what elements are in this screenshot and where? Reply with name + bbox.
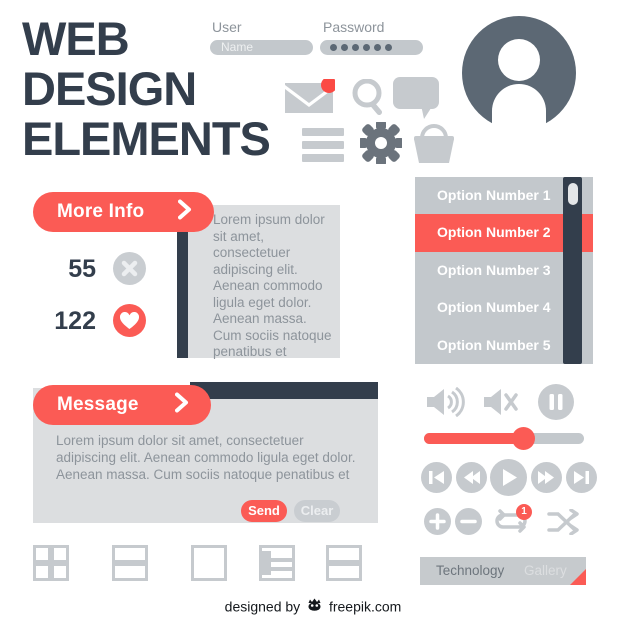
clear-button[interactable]: Clear [294,500,340,522]
counter-value-2: 122 [54,307,96,335]
fast-forward-icon[interactable] [531,462,562,498]
chevron-right-icon [178,199,192,225]
volume-on-icon[interactable] [425,386,465,422]
footer-credit: designed by freepik.com [0,597,626,615]
password-masked-value [330,44,392,51]
title-line-2: DESIGN [22,62,197,115]
single-block-layout-icon[interactable] [188,542,230,586]
volume-slider-track[interactable] [424,427,584,450]
options-scrollbar-thumb[interactable] [567,183,578,205]
title-line-3: ELEMENTS [22,112,271,165]
hamburger-menu-icon[interactable] [302,128,344,167]
password-label: Password [323,19,385,35]
list-layout-icon[interactable] [256,542,298,586]
skip-to-end-icon[interactable] [566,462,597,498]
counter-value-1: 55 [68,255,96,283]
message-card-header-bar [190,382,378,399]
message-card-text: Lorem ipsum dolor sit amet, consectetuer… [56,433,356,482]
envelope-icon[interactable] [283,77,337,122]
volume-mute-icon[interactable] [482,387,520,422]
grid-four-layout-icon[interactable] [30,542,72,586]
gear-icon[interactable] [358,120,404,169]
pause-icon[interactable] [538,384,574,425]
play-icon[interactable] [490,459,527,501]
minus-icon[interactable] [455,508,482,540]
two-row-layout-icon[interactable] [109,542,151,586]
user-label: User [212,19,242,35]
basket-icon[interactable] [412,124,456,169]
more-info-button[interactable]: More Info [33,192,214,232]
rewind-icon[interactable] [456,462,487,498]
footer-brand: freepik.com [328,598,402,615]
footer-prefix: designed by [224,598,301,615]
title-line-1: WEB [22,12,130,65]
more-info-button-label: More Info [57,201,145,222]
corner-accent-triangle [570,569,586,585]
user-input[interactable]: Name [210,40,313,55]
user-input-placeholder: Name [221,40,254,54]
user-avatar-icon[interactable] [462,16,576,130]
heart-icon[interactable] [113,304,146,337]
chevron-right-icon [175,392,189,418]
page-title: WEB DESIGN ELEMENTS [22,14,322,164]
info-card-text: Lorem ipsum dolor sit amet, consectetuer… [213,212,332,359]
skip-to-start-icon[interactable] [421,462,452,498]
volume-slider-thumb[interactable] [512,427,535,450]
message-button-label: Message [57,394,139,415]
plus-icon[interactable] [424,508,451,540]
repeat-count-badge: 1 [516,504,532,520]
options-scrollbar[interactable] [563,177,582,364]
message-button[interactable]: Message [33,385,211,425]
search-icon[interactable] [352,78,388,122]
freepik-logo-icon [307,598,322,615]
tab-bar[interactable]: Technology Gallery [420,557,586,585]
close-icon[interactable] [113,252,146,285]
volume-slider-fill [424,433,523,444]
password-input[interactable] [320,40,423,55]
tab-technology[interactable]: Technology [436,557,504,585]
send-button[interactable]: Send [241,500,287,522]
tab-gallery[interactable]: Gallery [524,557,567,585]
chat-bubble-icon[interactable] [393,77,439,124]
shuffle-icon[interactable] [546,508,580,540]
poster-canvas: WEB DESIGN ELEMENTS User Name Password O… [0,0,626,626]
split-layout-icon[interactable] [323,542,365,586]
